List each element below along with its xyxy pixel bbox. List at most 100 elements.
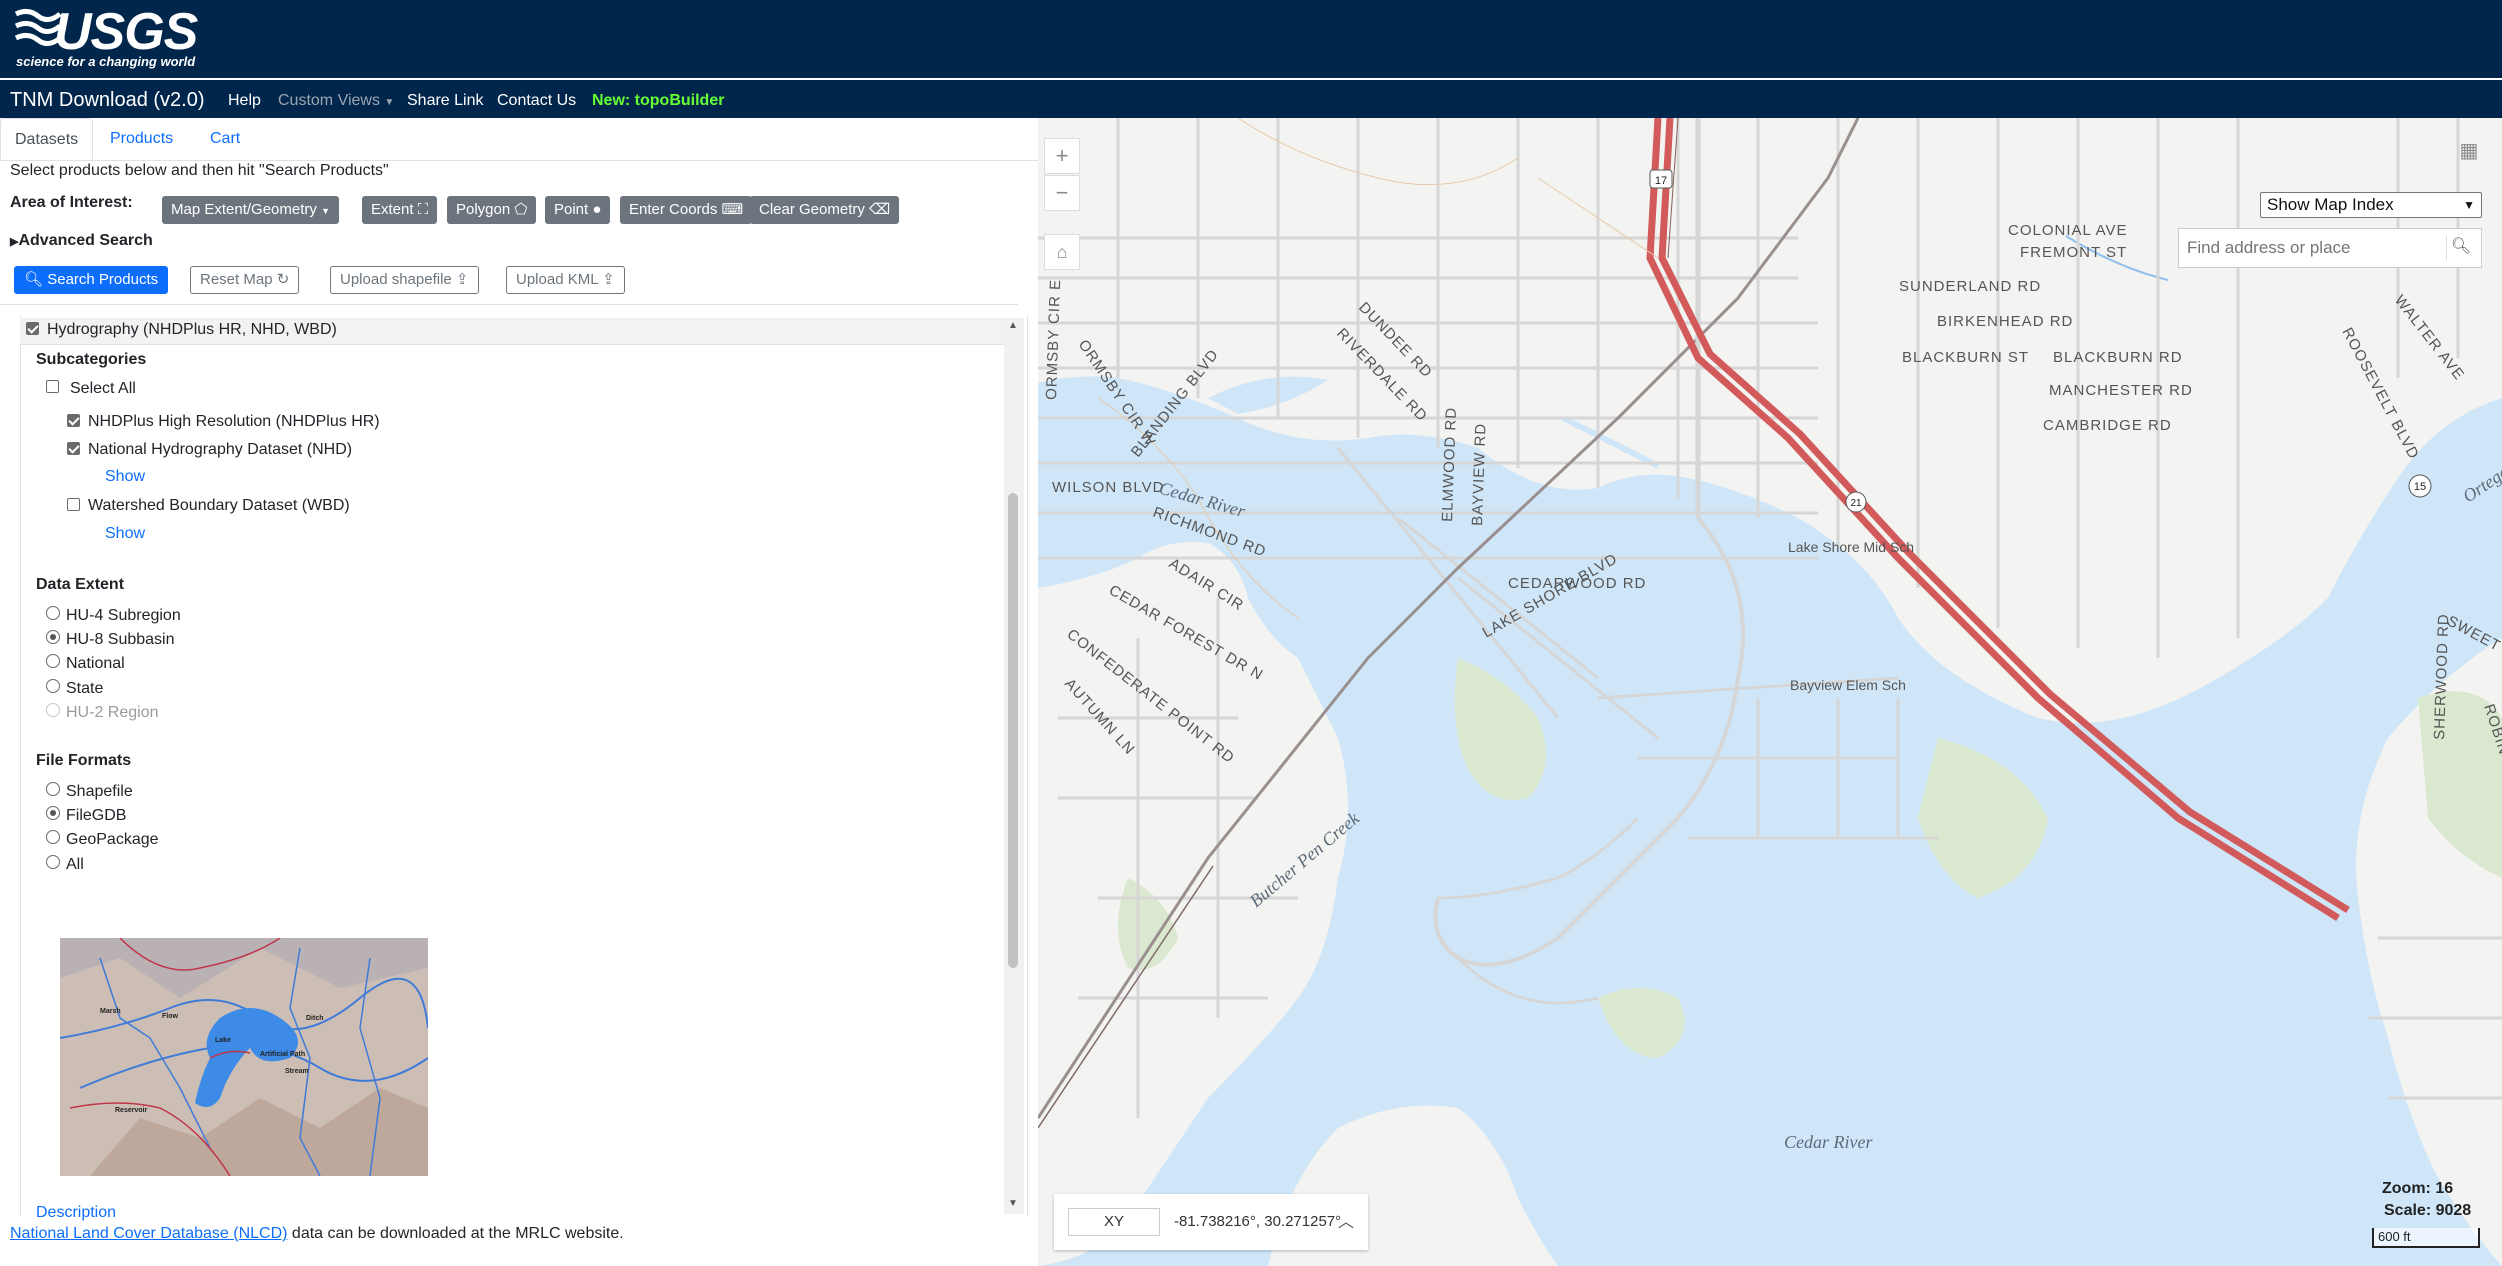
chevron-up-icon[interactable]: ︿ xyxy=(1338,1208,1354,1232)
map-index-select-label: Show Map Index xyxy=(2267,195,2394,214)
wbd-checkbox[interactable] xyxy=(67,498,80,511)
extent-hu8-radio[interactable] xyxy=(46,630,60,644)
tab-products[interactable]: Products xyxy=(96,118,187,160)
polygon-button[interactable]: Polygon ⬠ xyxy=(447,196,537,224)
extent-button[interactable]: Extent ⛶ xyxy=(362,196,438,224)
map-index-select[interactable]: Show Map Index ▼ xyxy=(2260,192,2482,218)
nav-custom-views[interactable]: Custom Views ▼ xyxy=(278,92,394,110)
zoom-out-button[interactable]: − xyxy=(1044,175,1080,211)
caret-down-icon: ▼ xyxy=(384,97,395,108)
zoom-in-button[interactable]: + xyxy=(1044,138,1080,174)
search-products-label: Search Products xyxy=(47,271,159,288)
reset-map-button[interactable]: Reset Map ↻ xyxy=(190,266,300,294)
nlcd-link[interactable]: National Land Cover Database (NLCD) xyxy=(10,1225,287,1242)
nhd-checkbox[interactable] xyxy=(67,442,80,455)
app-title[interactable]: TNM Download (v2.0) xyxy=(10,89,205,112)
enter-coords-button[interactable]: Enter Coords ⌨ xyxy=(620,196,753,224)
route-shield-label: 15 xyxy=(2414,481,2426,493)
street-label: SUNDERLAND RD xyxy=(1899,278,2041,295)
map-extent-label: Map Extent/Geometry xyxy=(171,201,317,218)
extent-national-radio[interactable] xyxy=(46,654,60,668)
description-link[interactable]: Description xyxy=(36,1204,116,1222)
extent-state-label: State xyxy=(66,680,104,697)
nav-topobuilder[interactable]: New: topoBuilder xyxy=(592,92,724,110)
refresh-icon: ↻ xyxy=(276,271,290,288)
coordinate-widget: XY -81.738216°, 30.271257° ︿ xyxy=(1054,1194,1368,1250)
format-geopackage-radio[interactable] xyxy=(46,830,60,844)
extent-state-radio[interactable] xyxy=(46,679,60,693)
panel-scrollbar[interactable]: ▲ ▼ xyxy=(1004,318,1024,1214)
street-label: BAYVIEW RD xyxy=(1469,423,1490,527)
basemap-toggle-button[interactable]: ▦ xyxy=(2446,134,2492,170)
keyboard-icon: ⌨ xyxy=(721,201,744,218)
scale-bar: 600 ft xyxy=(2372,1228,2480,1248)
logo-tagline: science for a changing world xyxy=(16,54,196,69)
poi-label-bayview: Bayview Elem Sch xyxy=(1790,677,1906,693)
upload-icon: ⇪ xyxy=(455,271,469,288)
thumb-label: Stream xyxy=(285,1068,309,1075)
nhdplus-hr-label: NHDPlus High Resolution (NHDPlus HR) xyxy=(88,413,380,430)
select-all-checkbox[interactable] xyxy=(46,380,59,393)
map-canvas[interactable]: 17 15 21 COLONIAL AVE FREMONT ST SUNDERL… xyxy=(1038,118,2502,1266)
tab-cart[interactable]: Cart xyxy=(196,118,254,160)
wbd-show-link[interactable]: Show xyxy=(105,525,145,543)
logo-text: USGS xyxy=(54,3,198,61)
subcategories-heading: Subcategories xyxy=(36,351,147,368)
street-label: WILSON BLVD xyxy=(1052,479,1164,496)
map-view[interactable]: 17 15 21 COLONIAL AVE FREMONT ST SUNDERL… xyxy=(1038,118,2502,1266)
search-products-button[interactable]: 🔍︎ Search Products xyxy=(14,266,169,294)
upload-kml-button[interactable]: Upload KML ⇪ xyxy=(506,266,625,294)
format-all-radio[interactable] xyxy=(46,855,60,869)
street-label: MANCHESTER RD xyxy=(2049,382,2193,399)
format-filegdb-label: FileGDB xyxy=(66,807,127,824)
home-button[interactable]: ⌂ xyxy=(1044,234,1080,270)
instructions-text: Select products below and then hit "Sear… xyxy=(10,162,389,179)
thumb-label: Reservoir xyxy=(115,1107,148,1114)
geocoder-box: 🔍︎ xyxy=(2178,228,2482,268)
upload-icon: ⇪ xyxy=(602,271,615,288)
tab-datasets[interactable]: Datasets xyxy=(0,118,94,160)
extent-hu4-radio[interactable] xyxy=(46,606,60,620)
upload-kml-label: Upload KML xyxy=(516,271,598,288)
scroll-up-icon[interactable]: ▲ xyxy=(1008,320,1018,331)
home-icon: ⌂ xyxy=(1056,242,1068,262)
scrollbar-thumb[interactable] xyxy=(1008,493,1018,968)
thumb-label: Lake xyxy=(215,1037,231,1044)
route-shield-15: 15 xyxy=(2408,474,2432,498)
format-filegdb-radio[interactable] xyxy=(46,806,60,820)
format-geopackage-label: GeoPackage xyxy=(66,831,159,848)
street-label: BLACKBURN RD xyxy=(2053,349,2183,366)
coordinate-mode-select[interactable]: XY xyxy=(1068,1208,1160,1236)
scroll-down-icon[interactable]: ▼ xyxy=(1008,1198,1018,1209)
nav-contact-us[interactable]: Contact Us xyxy=(497,92,576,110)
map-extent-dropdown[interactable]: Map Extent/Geometry ▼ xyxy=(162,196,339,224)
format-shapefile-radio[interactable] xyxy=(46,782,60,796)
nhdplus-hr-checkbox[interactable] xyxy=(67,414,80,427)
format-all-label: All xyxy=(66,856,84,873)
street-label: BIRKENHEAD RD xyxy=(1937,313,2073,330)
extent-icon: ⛶ xyxy=(417,201,429,218)
extent-hu2-label: HU-2 Region xyxy=(66,704,159,721)
dataset-checkbox[interactable] xyxy=(26,322,39,335)
route-shield-label: 17 xyxy=(1655,175,1667,187)
advanced-search-toggle[interactable]: ▶Advanced Search xyxy=(10,232,153,250)
eraser-icon: ⌫ xyxy=(869,201,891,218)
divider xyxy=(0,304,1018,305)
nav-custom-views-label: Custom Views xyxy=(278,92,380,109)
geocoder-input[interactable] xyxy=(2179,229,2441,267)
extent-hu2-radio xyxy=(46,703,60,717)
file-formats-heading: File Formats xyxy=(36,752,132,769)
dataset-title: Hydrography (NHDPlus HR, NHD, WBD) xyxy=(47,321,337,338)
map-pin-icon: ● xyxy=(592,201,602,218)
polygon-label: Polygon xyxy=(456,201,511,218)
upload-shapefile-button[interactable]: Upload shapefile ⇪ xyxy=(330,266,479,294)
point-button[interactable]: Point ● xyxy=(545,196,611,224)
nav-share-link[interactable]: Share Link xyxy=(407,92,484,110)
nhd-show-link[interactable]: Show xyxy=(105,468,145,486)
format-shapefile-label: Shapefile xyxy=(66,783,133,800)
search-icon[interactable]: 🔍︎ xyxy=(2446,236,2475,260)
top-navbar: TNM Download (v2.0) Help Custom Views ▼ … xyxy=(0,78,2502,118)
search-icon: 🔍︎ xyxy=(24,271,44,288)
nav-help[interactable]: Help xyxy=(228,92,261,110)
clear-geometry-button[interactable]: Clear Geometry ⌫ xyxy=(750,196,900,224)
